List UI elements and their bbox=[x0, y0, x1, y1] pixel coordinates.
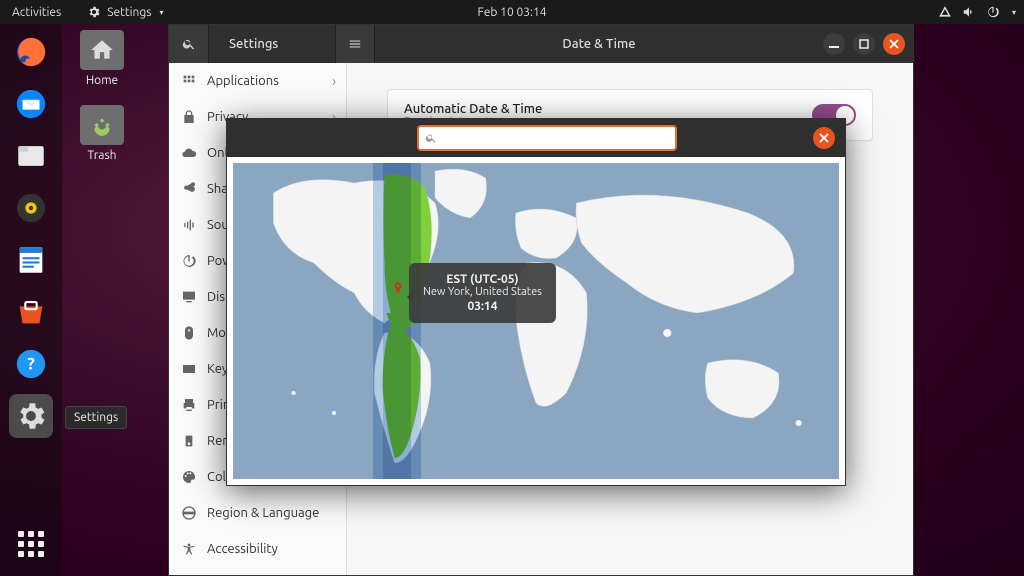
printer-icon bbox=[181, 397, 197, 413]
row-title: Automatic Date & Time bbox=[404, 102, 542, 116]
search-icon bbox=[425, 132, 437, 144]
headerbar-search-button[interactable] bbox=[169, 25, 209, 63]
window-title: Date & Time bbox=[375, 37, 823, 51]
timezone-band-inner bbox=[383, 163, 411, 479]
dock-rhythmbox[interactable] bbox=[9, 186, 53, 230]
dock-libreoffice-writer[interactable] bbox=[9, 238, 53, 282]
app-menu[interactable]: Settings ▾ bbox=[83, 5, 167, 19]
display-icon bbox=[181, 289, 197, 305]
timezone-search-field[interactable] bbox=[417, 125, 677, 151]
timezone-popover: EST (UTC-05) New York, United States 03:… bbox=[409, 263, 556, 323]
sidebar-item-label: Applications bbox=[207, 74, 279, 88]
cloud-icon bbox=[181, 145, 197, 161]
window-close-button[interactable] bbox=[883, 33, 905, 55]
window-headerbar: Settings Date & Time bbox=[169, 25, 913, 63]
color-icon bbox=[181, 469, 197, 485]
desktop-trash[interactable]: Trash bbox=[72, 105, 132, 162]
keyboard-icon bbox=[181, 361, 197, 377]
removable-icon bbox=[181, 433, 197, 449]
desktop-label: Home bbox=[86, 74, 118, 87]
app-menu-label: Settings bbox=[107, 6, 151, 19]
home-folder-icon bbox=[80, 30, 124, 70]
sound-icon bbox=[181, 217, 197, 233]
sidebar-item-label: Accessibility bbox=[207, 542, 278, 556]
dock-firefox[interactable] bbox=[9, 30, 53, 74]
chevron-right-icon: › bbox=[332, 73, 336, 89]
popover-location: New York, United States bbox=[423, 286, 542, 298]
dock-files[interactable] bbox=[9, 134, 53, 178]
accessibility-icon bbox=[181, 541, 197, 557]
topbar-clock[interactable]: Feb 10 03:14 bbox=[473, 6, 550, 19]
sidebar-title: Settings bbox=[229, 37, 278, 51]
activities-button[interactable]: Activities bbox=[8, 6, 65, 19]
popover-tzname: EST (UTC-05) bbox=[423, 273, 542, 286]
ubuntu-dock: ? Settings bbox=[0, 24, 62, 576]
window-maximize-button[interactable] bbox=[853, 33, 875, 55]
window-minimize-button[interactable] bbox=[823, 33, 845, 55]
chevron-down-icon: ▾ bbox=[159, 8, 163, 17]
gnome-topbar: Activities Settings ▾ Feb 10 03:14 ▾ bbox=[0, 0, 1024, 24]
sidebar-item-accessibility[interactable]: Accessibility bbox=[169, 531, 346, 567]
mouse-icon bbox=[181, 325, 197, 341]
power-tray-icon bbox=[986, 5, 1000, 19]
dock-settings[interactable]: Settings bbox=[9, 394, 53, 438]
sidebar-item-applications[interactable]: Applications › bbox=[169, 63, 346, 99]
desktop-label: Trash bbox=[87, 149, 116, 162]
sidebar-item-label: Region & Language bbox=[207, 506, 319, 520]
svg-text:?: ? bbox=[27, 355, 35, 374]
dialog-headerbar bbox=[227, 119, 845, 157]
lock-icon bbox=[181, 109, 197, 125]
topbar-tray[interactable]: ▾ bbox=[938, 5, 1016, 19]
timezone-dialog: EST (UTC-05) New York, United States 03:… bbox=[226, 118, 846, 486]
timezone-map[interactable]: EST (UTC-05) New York, United States 03:… bbox=[233, 163, 839, 479]
show-applications-button[interactable] bbox=[9, 522, 53, 566]
trash-icon bbox=[80, 105, 124, 145]
dock-thunderbird[interactable] bbox=[9, 82, 53, 126]
network-icon bbox=[938, 5, 952, 19]
popover-time: 03:14 bbox=[423, 300, 542, 313]
gear-icon bbox=[87, 5, 101, 19]
sidebar-item-region-language[interactable]: Region & Language bbox=[169, 495, 346, 531]
region-icon bbox=[181, 505, 197, 521]
power-icon bbox=[181, 253, 197, 269]
hamburger-menu-button[interactable] bbox=[335, 25, 375, 63]
desktop-icons: Home Trash bbox=[72, 30, 132, 162]
share-icon bbox=[181, 181, 197, 197]
timezone-search-input[interactable] bbox=[441, 132, 669, 145]
dock-ubuntu-software[interactable] bbox=[9, 290, 53, 334]
apps-icon bbox=[181, 73, 197, 89]
desktop-home[interactable]: Home bbox=[72, 30, 132, 87]
chevron-down-icon: ▾ bbox=[1012, 8, 1016, 17]
dialog-close-button[interactable] bbox=[813, 127, 835, 149]
apps-grid-icon bbox=[18, 531, 44, 557]
dock-help[interactable]: ? bbox=[9, 342, 53, 386]
volume-icon bbox=[962, 5, 976, 19]
sidebar-item-users[interactable]: Users bbox=[169, 567, 346, 575]
dock-tooltip: Settings bbox=[65, 406, 127, 429]
